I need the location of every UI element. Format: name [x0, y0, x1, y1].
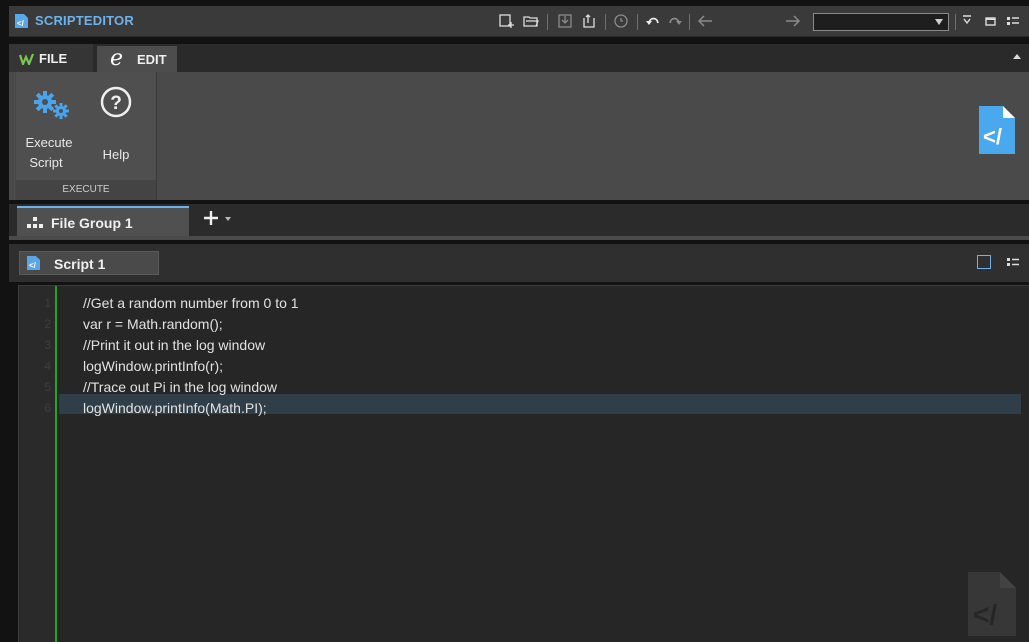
edit-e-icon: e — [110, 46, 124, 71]
svg-text:</: </ — [983, 124, 1002, 149]
code-line[interactable]: //Get a random number from 0 to 1 — [83, 295, 299, 311]
new-file-icon[interactable] — [499, 13, 515, 29]
file-group-tab[interactable]: File Group 1 — [17, 206, 189, 236]
script-watermark-icon: </ — [968, 572, 1016, 636]
chevron-down-icon — [935, 19, 943, 25]
ribbon-group-execute: Execute Script ? Help EXECUTE — [16, 72, 157, 200]
open-folder-icon[interactable] — [523, 13, 539, 29]
script-editor-icon: </ — [15, 14, 28, 28]
svg-text:</: </ — [17, 19, 25, 28]
code-line[interactable]: logWindow.printInfo(r); — [83, 358, 223, 374]
tab-edit[interactable]: e EDIT — [97, 46, 177, 74]
script-tab-bar: </ Script 1 — [9, 244, 1029, 282]
tab-edit-label: EDIT — [137, 52, 167, 67]
execute-script-button[interactable]: Execute Script — [16, 76, 82, 176]
file-group-bar: File Group 1 — [9, 204, 1029, 240]
window-title: SCRIPTEDITOR — [35, 13, 134, 28]
back-arrow-icon[interactable] — [697, 13, 713, 29]
tab-layout-toggle[interactable] — [977, 255, 991, 269]
code-line[interactable]: //Print it out in the log window — [83, 337, 265, 353]
line-number-gutter: 1 2 3 4 5 6 — [19, 286, 57, 642]
toolbar-separator — [605, 14, 606, 30]
toolbar-separator — [955, 14, 956, 30]
svg-text:</: </ — [973, 599, 997, 630]
save-as-icon[interactable] — [581, 13, 597, 29]
tab-file[interactable]: FILE — [9, 44, 93, 72]
tab-script-1[interactable]: </ Script 1 — [19, 251, 159, 275]
toolbar-separator — [637, 14, 638, 30]
tab-list-icon[interactable] — [1007, 257, 1019, 267]
help-button[interactable]: ? Help — [94, 76, 144, 176]
title-bar: </ SCRIPTEDITOR — [9, 6, 1029, 37]
line-number: 4 — [44, 359, 51, 373]
wavelab-logo-icon — [19, 53, 35, 65]
script-file-icon: </ — [27, 256, 40, 270]
ribbon-tab-bar: FILE e EDIT — [9, 44, 1029, 74]
script-tab-label: Script 1 — [54, 256, 106, 272]
line-number: 2 — [44, 317, 51, 331]
forward-arrow-icon[interactable] — [785, 13, 801, 29]
restore-icon[interactable] — [613, 13, 629, 29]
redo-icon[interactable] — [667, 13, 683, 29]
navigation-combo[interactable] — [813, 13, 949, 31]
gears-icon — [34, 91, 69, 119]
code-line[interactable]: //Trace out Pi in the log window — [83, 379, 277, 395]
collapse-ribbon-icon[interactable] — [1013, 54, 1021, 59]
window-menu-icon[interactable] — [959, 13, 975, 29]
toolbar-separator — [547, 14, 548, 30]
code-editor[interactable]: 1 2 3 4 5 6 //Get a random number from 0… — [18, 285, 1029, 642]
line-number: 5 — [44, 380, 51, 394]
group-label-execute: EXECUTE — [16, 180, 156, 200]
chevron-down-icon — [225, 217, 231, 221]
line-number: 1 — [44, 296, 51, 310]
toolbar-separator — [689, 14, 690, 30]
svg-text:?: ? — [110, 93, 122, 114]
code-line[interactable]: logWindow.printInfo(Math.PI); — [83, 400, 267, 416]
script-document-icon: </ — [979, 106, 1015, 154]
line-number: 3 — [44, 338, 51, 352]
svg-text:</: </ — [29, 261, 37, 270]
execute-label-line1: Execute — [25, 135, 73, 150]
help-question-icon: ? — [100, 86, 132, 118]
line-number: 6 — [44, 401, 51, 415]
undo-icon[interactable] — [645, 13, 661, 29]
help-label: Help — [102, 147, 130, 162]
ribbon-panel: Execute Script ? Help EXECUTE </ — [9, 72, 1029, 200]
code-line[interactable]: var r = Math.random(); — [83, 316, 223, 332]
plus-icon — [204, 211, 218, 225]
settings-list-icon[interactable] — [1005, 13, 1021, 29]
save-icon[interactable] — [557, 13, 573, 29]
execute-label-line2: Script — [29, 155, 63, 170]
file-group-label: File Group 1 — [51, 215, 133, 231]
tab-file-label: FILE — [39, 51, 68, 66]
file-group-icon — [27, 217, 43, 228]
maximize-icon[interactable] — [983, 13, 999, 29]
